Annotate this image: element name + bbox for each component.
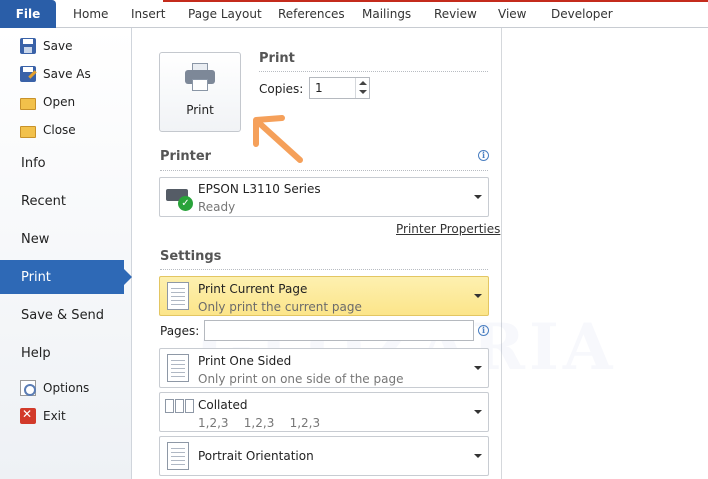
orientation-main: Portrait Orientation [198,449,314,463]
options-icon [20,380,36,396]
tab-mailings[interactable]: Mailings [362,7,411,21]
print-button-label: Print [186,103,214,117]
print-section-title: Print [259,51,295,66]
printer-status: Ready [198,200,236,214]
copies-stepper[interactable]: 1 [309,77,370,99]
printer-dropdown[interactable]: ✓ EPSON L3110 Series Ready [159,177,489,217]
close-folder-icon [20,125,36,138]
nav-tab-info[interactable]: Info [0,146,132,180]
sides-sub: Only print on one side of the page [198,372,404,386]
nav-tab-help[interactable]: Help [0,336,132,370]
settings-section-title: Settings [160,249,222,264]
tab-home[interactable]: Home [73,7,108,21]
printer-divider [160,170,488,171]
nav-options[interactable]: Options [20,378,89,398]
tab-view[interactable]: View [498,7,526,21]
nav-tab-new[interactable]: New [0,222,132,256]
nav-save-as-label: Save As [43,67,91,81]
nav-open-label: Open [43,95,76,109]
collated-icon [165,399,195,419]
print-preview-pane [502,28,708,479]
collation-dropdown[interactable]: Collated 1,2,3 1,2,3 1,2,3 [159,392,489,432]
pages-label: Pages: [160,324,200,338]
backstage-nav: Save Save As Open Close Info Recent New … [0,28,132,479]
sides-main: Print One Sided [198,354,292,368]
ribbon-tab-bar: File Home Insert Page Layout References … [0,0,708,28]
annotation-arrow-icon [253,115,303,163]
nav-save-label: Save [43,39,73,53]
copies-spinner[interactable] [355,78,369,98]
chevron-down-icon [474,195,482,199]
copies-value: 1 [315,81,323,95]
open-folder-icon [20,97,36,110]
tab-review[interactable]: Review [434,7,477,21]
spin-up-icon[interactable] [359,81,367,85]
print-button[interactable]: Print [159,52,241,132]
print-divider [259,71,488,72]
printer-icon [184,63,216,93]
tab-references[interactable]: References [278,7,345,21]
nav-close-label: Close [43,123,76,137]
printer-info-icon[interactable]: i [478,150,489,161]
nav-tab-print[interactable]: Print [0,260,132,294]
collation-main: Collated [198,398,248,412]
tab-page-layout[interactable]: Page Layout [188,7,262,21]
sides-dropdown[interactable]: Print One Sided Only print on one side o… [159,348,489,388]
nav-exit-label: Exit [43,409,66,423]
tab-developer[interactable]: Developer [551,7,613,21]
orientation-dropdown[interactable]: Portrait Orientation [159,436,489,476]
nav-save[interactable]: Save [20,36,72,56]
printer-properties-link[interactable]: Printer Properties [396,222,500,236]
tab-file[interactable]: File [0,0,56,28]
nav-open[interactable]: Open [20,92,75,112]
save-icon [20,38,36,54]
print-range-dropdown[interactable]: Print Current Page Only print the curren… [159,276,489,316]
nav-exit[interactable]: Exit [20,406,66,426]
pages-info-icon[interactable]: i [478,325,489,336]
one-sided-icon [167,354,189,382]
printer-ready-icon: ✓ [166,185,194,211]
copies-label: Copies: [259,82,304,96]
pages-input[interactable] [204,320,474,341]
settings-divider [160,269,488,270]
chevron-down-icon [474,410,482,414]
portrait-icon [167,442,189,470]
exit-icon [20,407,36,424]
printer-name: EPSON L3110 Series [198,182,321,196]
tab-insert[interactable]: Insert [131,7,165,21]
title-accent-line [163,0,708,2]
print-range-sub: Only print the current page [198,300,362,314]
nav-close[interactable]: Close [20,120,76,140]
printer-section-title: Printer [160,149,212,164]
chevron-down-icon [474,454,482,458]
spin-down-icon[interactable] [359,90,367,94]
nav-tab-recent[interactable]: Recent [0,184,132,218]
chevron-down-icon [474,294,482,298]
print-range-main: Print Current Page [198,282,308,296]
save-as-icon [20,66,36,82]
nav-save-as[interactable]: Save As [20,64,91,84]
chevron-down-icon [474,366,482,370]
page-icon [167,282,189,310]
nav-options-label: Options [43,381,90,395]
nav-tab-save-send[interactable]: Save & Send [0,298,132,332]
collation-sub: 1,2,3 1,2,3 1,2,3 [198,416,321,430]
